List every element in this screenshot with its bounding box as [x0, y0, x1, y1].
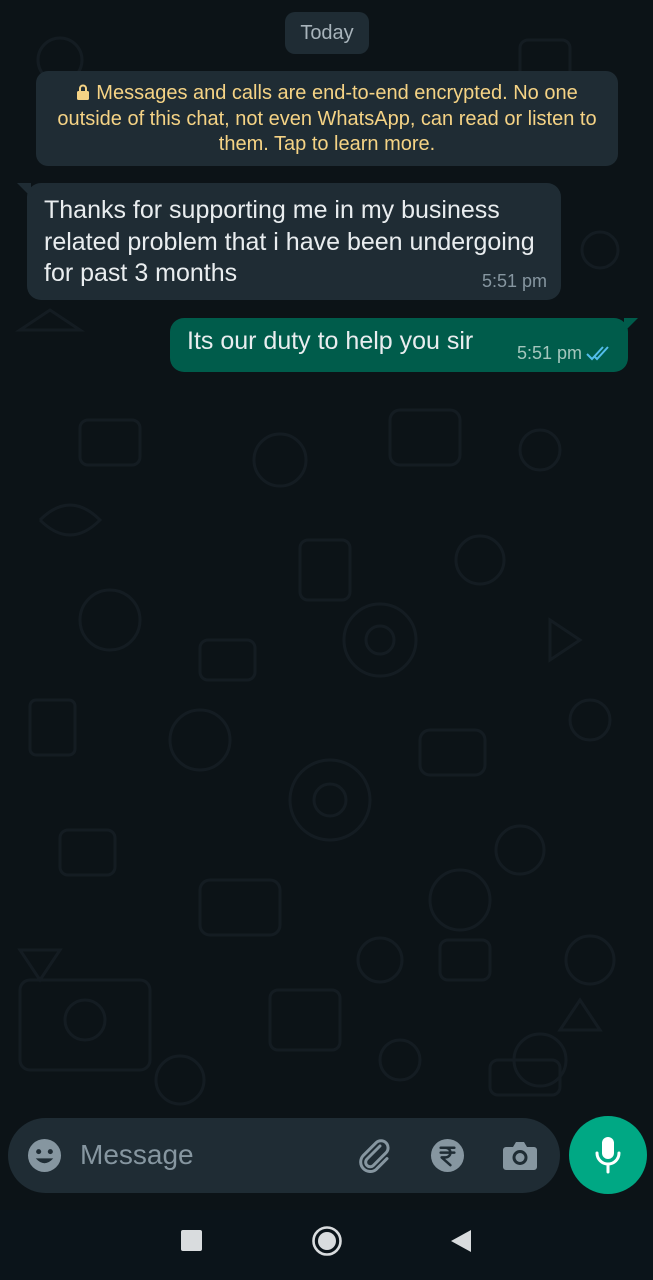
recents-square-icon[interactable] [181, 1230, 202, 1251]
system-navigation-bar [0, 1210, 653, 1280]
encryption-notice-text: Messages and calls are end-to-end encryp… [57, 82, 597, 155]
encryption-notice[interactable]: Messages and calls are end-to-end encryp… [36, 71, 618, 166]
back-triangle-icon[interactable] [450, 1229, 472, 1253]
voice-message-button[interactable] [569, 1116, 647, 1194]
attach-icon[interactable] [356, 1137, 392, 1173]
emoji-icon[interactable] [27, 1138, 62, 1173]
incoming-message-bubble[interactable]: Thanks for supporting me in my business … [17, 183, 561, 300]
mic-icon [595, 1137, 621, 1174]
home-circle-icon[interactable] [311, 1225, 343, 1257]
read-ticks-icon [586, 346, 609, 361]
message-input[interactable] [80, 1134, 340, 1176]
message-text: Thanks for supporting me in my business … [44, 196, 535, 287]
chat-background: Today Messages and calls are end-to-end … [0, 0, 653, 1210]
camera-icon[interactable] [502, 1138, 538, 1172]
bubble-tail [624, 318, 638, 332]
date-chip: Today [285, 12, 369, 54]
message-time: 5:51 pm [481, 271, 547, 291]
message-composer [8, 1118, 560, 1193]
outgoing-message-bubble[interactable]: Its our duty to help you sir 5:51 pm [170, 318, 638, 372]
doodle-wallpaper [15, 36, 620, 1106]
bubble-tail [17, 183, 31, 197]
message-time: 5:51 pm [516, 343, 582, 363]
lock-icon [77, 84, 90, 100]
rupee-icon[interactable] [430, 1138, 465, 1173]
message-text: Its our duty to help you sir [187, 327, 474, 355]
